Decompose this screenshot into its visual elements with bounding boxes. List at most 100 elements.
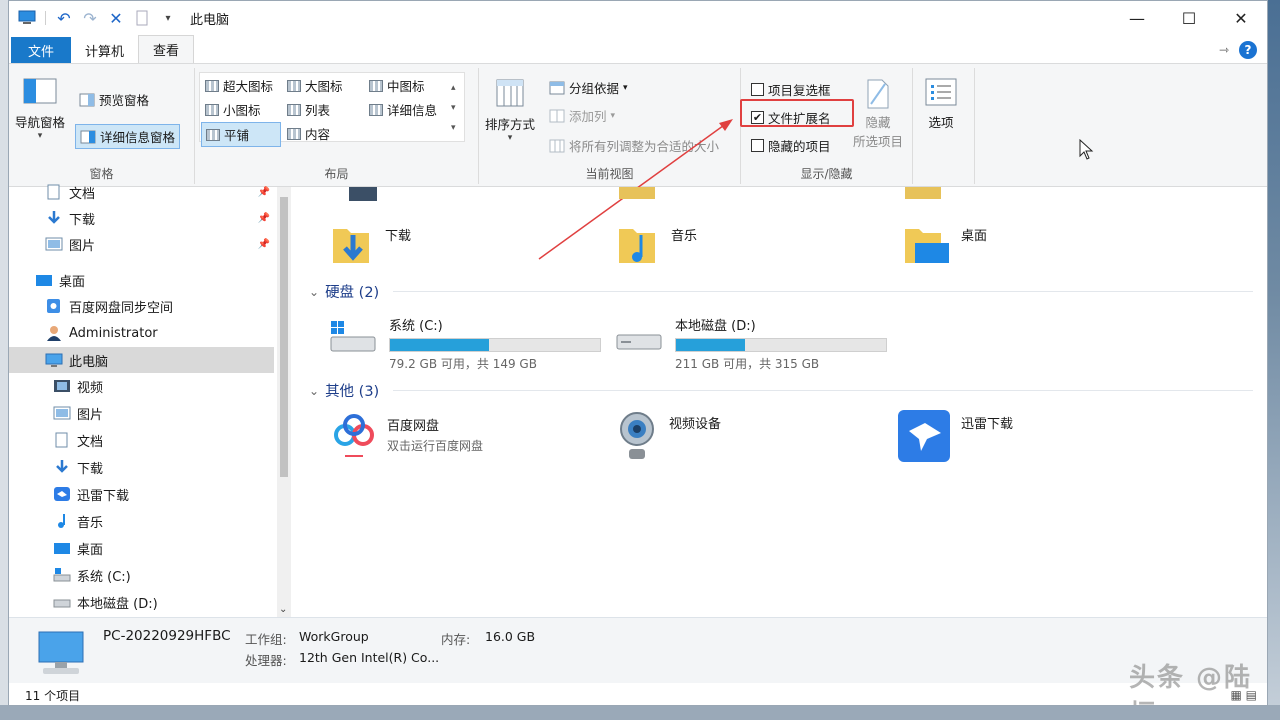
layout-extra-large-icons[interactable]: 超大图标 (205, 76, 273, 95)
item-checkboxes-checkbox[interactable] (751, 83, 764, 96)
memory-label: 内存: (441, 632, 471, 647)
preview-pane-button[interactable]: 预览窗格 (79, 90, 149, 109)
memory-value: 16.0 GB (485, 629, 536, 644)
user-icon (47, 326, 61, 341)
watermark: 头条 @陆桓 (1129, 663, 1253, 705)
ribbon-tab-right-tools: ⇾ ? (1219, 41, 1257, 59)
layout-medium-icons[interactable]: 中图标 (369, 76, 425, 95)
cpu-label: 处理器: (245, 653, 287, 668)
section-divider (393, 291, 1253, 292)
tab-file[interactable]: 文件 (11, 37, 71, 63)
ribbon-group-label: 当前视图 (585, 167, 634, 181)
group-by-button[interactable]: 分组依据 ▾ (549, 78, 628, 97)
help-icon[interactable]: ? (1239, 41, 1257, 59)
nav-scrollbar-thumb[interactable] (280, 197, 288, 477)
section-divider (393, 390, 1253, 391)
layout-content[interactable]: 内容 (287, 124, 330, 143)
desktop-folder-icon (905, 229, 949, 263)
webcam-icon (620, 412, 654, 459)
nav-item-videos[interactable]: 视频 (9, 373, 274, 399)
nav-scrollbar[interactable]: ⌄ (277, 187, 291, 617)
layout-list[interactable]: 列表 (287, 100, 330, 119)
desktop-icon (54, 543, 70, 554)
nav-item-baidu-sync[interactable]: 百度网盘同步空间 (9, 293, 274, 319)
folder-tile-downloads[interactable]: 下载 (331, 221, 411, 265)
scroll-down-icon[interactable]: ⌄ (279, 604, 287, 615)
nav-item-drive-c[interactable]: 系统 (C:) (9, 562, 274, 588)
redo-icon[interactable]: ↷ (80, 8, 100, 28)
documents-icon (55, 432, 68, 448)
nav-item-pictures[interactable]: 图片 (9, 400, 274, 426)
nav-item-documents-pinned[interactable]: 文档 📌 (9, 179, 274, 205)
drive-d-usage-fill (676, 339, 746, 351)
nav-item-drive-d[interactable]: 本地磁盘 (D:) (9, 589, 274, 615)
nav-item-pictures-pinned[interactable]: 图片 📌 (9, 231, 274, 257)
drive-d-usage-bar (675, 338, 887, 352)
mouse-cursor-icon (1079, 139, 1094, 160)
undo-icon[interactable]: ↶ (54, 8, 74, 28)
tab-computer[interactable]: 计算机 (71, 37, 138, 63)
nav-item-administrator[interactable]: Administrator (9, 320, 274, 346)
folder-tile-videos-partial[interactable] (349, 187, 377, 201)
drive-icon (616, 334, 662, 350)
app-tile-video-device[interactable]: 视频设备 (615, 409, 721, 463)
drive-tile-c[interactable]: 系统 (C:) 79.2 GB 可用，共 149 GB (327, 315, 601, 372)
drive-c-usage-fill (390, 339, 489, 351)
sort-by-button[interactable]: 排序方式 ▾ (485, 78, 535, 143)
nav-item-desktop[interactable]: 桌面 (9, 267, 274, 293)
folder-tile-documents-partial[interactable] (905, 187, 941, 199)
customize-toolbar-icon[interactable]: ▾ (158, 8, 178, 28)
drive-tile-d[interactable]: 本地磁盘 (D:) 211 GB 可用，共 315 GB (613, 315, 887, 372)
app-tile-xunlei[interactable]: 迅雷下载 (897, 409, 1013, 463)
documents-icon (47, 184, 60, 200)
options-button[interactable]: 选项 (925, 78, 957, 131)
fit-columns-button[interactable]: 将所有列调整为合适的大小 (549, 136, 719, 155)
layout-large-icons[interactable]: 大图标 (287, 76, 343, 95)
folder-tile-music[interactable]: 音乐 (617, 221, 697, 265)
pictures-icon (53, 406, 71, 420)
close-button[interactable]: ✕ (1215, 1, 1267, 35)
nav-pane-button[interactable]: 导航窗格 ▾ (15, 78, 65, 141)
folder-tile-desktop[interactable]: 桌面 (903, 221, 987, 265)
nav-item-downloads[interactable]: 下载 (9, 454, 274, 480)
nav-item-downloads-pinned[interactable]: 下载 📌 (9, 205, 274, 231)
nav-item-music[interactable]: 音乐 (9, 508, 274, 534)
nav-item-desktop-2[interactable]: 桌面 (9, 535, 274, 561)
app-tile-baidu-netdisk[interactable]: 百度网盘 双击运行百度网盘 (331, 411, 483, 461)
drive-c-usage-bar (389, 338, 601, 352)
other-section-header[interactable]: ⌄ 其他 (3) (309, 380, 379, 401)
hidden-items-toggle[interactable]: 隐藏的项目 (751, 136, 831, 155)
layout-tiles[interactable]: 平铺 (201, 122, 281, 147)
hide-selected-button[interactable]: 隐藏 所选项目 (853, 78, 903, 150)
nav-item-this-pc[interactable]: 此电脑 (9, 347, 274, 373)
folder-tile-pictures-partial[interactable] (619, 187, 655, 199)
baidu-sync-icon (47, 299, 60, 313)
videos-icon (54, 380, 70, 392)
minimize-button[interactable]: — (1111, 1, 1163, 35)
item-checkboxes-toggle[interactable]: 项目复选框 (751, 80, 831, 99)
pin-icon: 📌 (257, 238, 270, 250)
download-icon (48, 211, 60, 224)
details-pane-button[interactable]: 详细信息窗格 (75, 124, 181, 149)
layout-details[interactable]: 详细信息 (369, 100, 437, 119)
pin-ribbon-icon[interactable]: ⇾ (1219, 43, 1229, 57)
delete-icon[interactable]: ✕ (106, 8, 126, 28)
computer-large-icon (38, 631, 84, 674)
layout-gallery-scroll[interactable]: ▴ ▾ ▾ (451, 78, 456, 138)
add-column-button[interactable]: 添加列 ▾ (549, 106, 615, 125)
list-icon (287, 103, 301, 116)
layout-small-icons[interactable]: 小图标 (205, 100, 261, 119)
fit-columns-icon (549, 139, 565, 152)
chevron-down-icon: ⌄ (309, 383, 320, 398)
drives-section-header[interactable]: ⌄ 硬盘 (2) (309, 281, 379, 302)
desktop-icon (36, 275, 52, 286)
nav-item-xunlei-downloads[interactable]: 迅雷下载 (9, 481, 274, 507)
nav-item-documents[interactable]: 文档 (9, 427, 274, 453)
new-file-icon[interactable] (132, 8, 152, 28)
maximize-button[interactable]: ☐ (1163, 1, 1215, 35)
tab-view[interactable]: 查看 (138, 35, 195, 63)
ribbon-group-layout: 超大图标 大图标 中图标 小图标 列表 详细信息 平铺 内容 ▴ ▾ ▾ 布局 (195, 68, 479, 184)
baidu-netdisk-icon (334, 414, 374, 457)
hidden-items-checkbox[interactable] (751, 139, 764, 152)
pin-icon: 📌 (257, 212, 270, 224)
